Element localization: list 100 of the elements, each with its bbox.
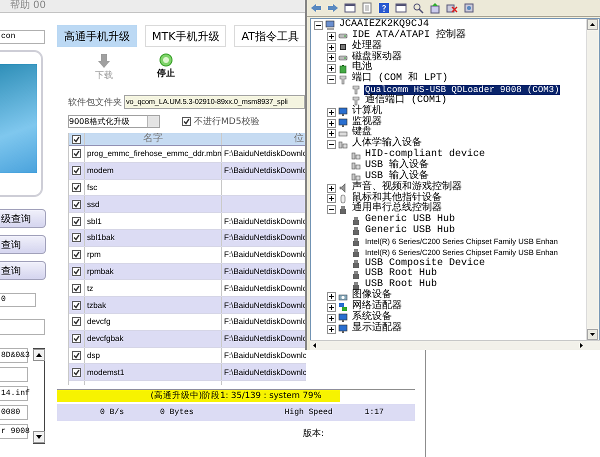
usb-plug-icon (351, 280, 361, 291)
md5-checkbox[interactable]: 不进行MD5校验 (182, 115, 260, 128)
status-text: High Speed (284, 408, 333, 418)
expand-icon[interactable] (327, 42, 336, 52)
expand-icon[interactable] (327, 314, 336, 323)
row-checkbox[interactable] (72, 334, 81, 344)
row-checkbox[interactable] (72, 166, 81, 176)
tree-item[interactable]: 显示适配器 (351, 324, 403, 334)
table-cell: sbl1bak (85, 230, 222, 246)
status-text: 0 B/s (100, 408, 124, 418)
row-checkbox[interactable] (72, 250, 81, 260)
back-arrow-icon[interactable] (310, 2, 322, 14)
text-field[interactable]: 0 (0, 293, 36, 307)
select-all-checkbox[interactable] (72, 134, 81, 144)
expand-icon[interactable] (327, 64, 336, 74)
tree-item[interactable]: JCAAIEZK2KQ9CJ4 (338, 20, 430, 31)
query-button[interactable]: 级查询 (0, 209, 46, 228)
row-checkbox[interactable] (72, 350, 81, 360)
horizontal-scrollbar[interactable] (310, 340, 600, 350)
tree-item[interactable]: Qualcomm HS-USB QDLoader 9008 (COM3) (364, 85, 560, 96)
tab[interactable]: MTK手机升级 (145, 25, 226, 47)
expand-icon[interactable] (327, 184, 336, 193)
remove-device-icon[interactable] (446, 2, 458, 14)
list-field[interactable]: 8D&0&3 (0, 348, 28, 363)
battery-icon (338, 64, 348, 74)
scan-icon[interactable] (412, 2, 424, 14)
window-icon[interactable] (344, 2, 356, 14)
stop-button[interactable]: 停止 (155, 53, 177, 83)
tab[interactable]: 高通手机升级 (57, 25, 137, 47)
row-checkbox[interactable] (72, 200, 81, 209)
scrollbar[interactable] (33, 348, 45, 444)
status-text: 0 Bytes (160, 408, 194, 418)
input-device-icon (351, 172, 361, 182)
window-icon[interactable] (395, 2, 407, 14)
camera-icon (338, 292, 348, 302)
input-device-icon (351, 161, 361, 172)
row-checkbox[interactable] (72, 182, 81, 192)
expand-icon[interactable] (327, 32, 336, 41)
text-field[interactable] (0, 319, 45, 335)
expand-icon[interactable] (327, 108, 336, 117)
status-text: 1:17 (364, 408, 384, 418)
expand-icon[interactable] (327, 194, 336, 204)
vertical-scrollbar[interactable] (586, 19, 599, 340)
circle-icon (159, 53, 173, 67)
document-icon[interactable] (361, 2, 373, 14)
tree-item[interactable]: Generic USB Hub (364, 226, 456, 237)
tree-item[interactable]: 端口 (COM 和 LPT) (351, 74, 450, 86)
expand-icon[interactable] (327, 53, 336, 62)
field-label: 软件包文件夹 (68, 96, 122, 108)
row-checkbox[interactable] (72, 233, 81, 242)
checkmark-icon (183, 118, 190, 125)
speaker-icon (338, 183, 348, 194)
collapse-icon[interactable] (314, 20, 323, 30)
expand-icon[interactable] (327, 324, 336, 334)
table-cell: rpm (85, 246, 222, 263)
row-checkbox[interactable] (72, 266, 81, 276)
device-icon[interactable] (463, 2, 475, 14)
forward-arrow-icon[interactable] (327, 2, 339, 14)
table-cell: fsc (85, 180, 222, 196)
collapse-icon[interactable] (327, 205, 336, 214)
query-button[interactable]: 查询 (0, 261, 46, 280)
table-cell: tzbak (85, 297, 222, 313)
row-checkbox[interactable] (72, 300, 81, 310)
table-cell: rpmbak (85, 264, 222, 280)
expand-icon[interactable] (327, 129, 336, 138)
computer-icon (325, 20, 335, 30)
tab[interactable]: AT指令工具 (234, 25, 306, 47)
checkbox-box[interactable] (182, 117, 191, 126)
row-checkbox[interactable] (72, 368, 81, 377)
collapse-icon[interactable] (327, 75, 336, 84)
usb-plug-icon (351, 248, 361, 258)
collapse-icon[interactable] (327, 140, 336, 150)
row-checkbox[interactable] (72, 284, 81, 293)
drive-icon (338, 52, 348, 63)
mouse-icon (338, 194, 348, 204)
mode-dropdown[interactable]: 9008格式化升级 (68, 115, 160, 128)
expand-icon[interactable] (327, 118, 336, 128)
table-cell: ssd (85, 196, 222, 212)
list-field[interactable]: r 9008 (0, 424, 28, 439)
update-icon[interactable] (429, 2, 441, 14)
monitor-icon (338, 313, 348, 324)
list-field[interactable]: 14.inf (0, 386, 28, 401)
text-field[interactable]: con (0, 30, 45, 44)
usb-plug-icon (351, 226, 361, 236)
expand-icon[interactable] (327, 302, 336, 312)
row-checkbox[interactable] (72, 216, 81, 226)
list-field[interactable] (0, 367, 28, 382)
query-button[interactable]: 查询 (0, 235, 46, 254)
plug-icon (338, 74, 348, 85)
row-checkbox[interactable] (72, 317, 81, 326)
network-icon (338, 302, 348, 312)
input-device-icon (351, 150, 361, 161)
table-cell: devcfgbak (85, 330, 222, 347)
help-icon[interactable] (378, 2, 390, 14)
table-cell: modem (85, 162, 222, 179)
list-field[interactable]: 0080 (0, 405, 28, 420)
usb-plug-icon (338, 204, 348, 215)
version-label: 版本: (303, 428, 326, 440)
expand-icon[interactable] (327, 292, 336, 302)
row-checkbox[interactable] (72, 149, 81, 158)
